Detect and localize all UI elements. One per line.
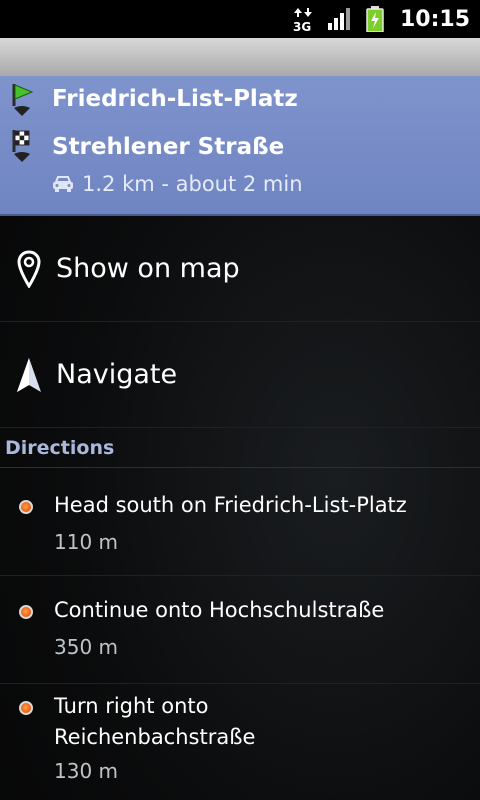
route-summary: 1.2 km - about 2 min bbox=[52, 172, 303, 196]
map-pin-icon bbox=[12, 249, 46, 288]
network-type-label: 3G bbox=[293, 20, 311, 32]
route-distance-time: 1.2 km - about 2 min bbox=[82, 172, 303, 196]
step-marker-icon bbox=[19, 605, 33, 619]
car-icon bbox=[52, 175, 74, 193]
step-instruction: Turn right onto Reichenbachstraße bbox=[54, 694, 256, 749]
navigation-arrow-icon bbox=[12, 356, 46, 394]
direction-step[interactable]: Head south on Friedrich-List-Platz 110 m bbox=[0, 470, 480, 576]
navigate-label: Navigate bbox=[56, 359, 178, 390]
battery-charging-icon bbox=[366, 6, 384, 32]
screen: 3G 10:15 Friedrich-List-Platz Strehlener… bbox=[0, 0, 480, 800]
show-on-map-label: Show on map bbox=[56, 253, 240, 284]
step-distance: 350 m bbox=[54, 635, 119, 659]
route-destination: Strehlener Straße bbox=[52, 134, 285, 160]
step-distance: 130 m bbox=[54, 759, 119, 783]
step-distance: 110 m bbox=[54, 530, 119, 554]
title-bar bbox=[0, 38, 480, 77]
step-marker-icon bbox=[19, 500, 33, 514]
start-flag-icon bbox=[10, 82, 36, 116]
destination-flag-icon bbox=[10, 128, 36, 162]
show-on-map-button[interactable]: Show on map bbox=[0, 216, 480, 322]
step-instruction: Continue onto Hochschulstraße bbox=[54, 598, 385, 622]
status-bar: 3G 10:15 bbox=[0, 0, 480, 38]
directions-header: Directions bbox=[0, 428, 480, 468]
route-header[interactable]: Friedrich-List-Platz Strehlener Straße 1… bbox=[0, 76, 480, 216]
signal-strength-icon bbox=[327, 8, 352, 30]
step-marker-icon bbox=[19, 701, 33, 715]
network-3g-icon: 3G bbox=[292, 6, 314, 32]
direction-step[interactable]: Turn right onto Reichenbachstraße 130 m bbox=[0, 685, 480, 800]
step-instruction: Head south on Friedrich-List-Platz bbox=[54, 493, 407, 517]
route-origin: Friedrich-List-Platz bbox=[52, 86, 298, 112]
navigate-button[interactable]: Navigate bbox=[0, 322, 480, 428]
clock: 10:15 bbox=[399, 6, 470, 32]
direction-step[interactable]: Continue onto Hochschulstraße 350 m bbox=[0, 577, 480, 684]
